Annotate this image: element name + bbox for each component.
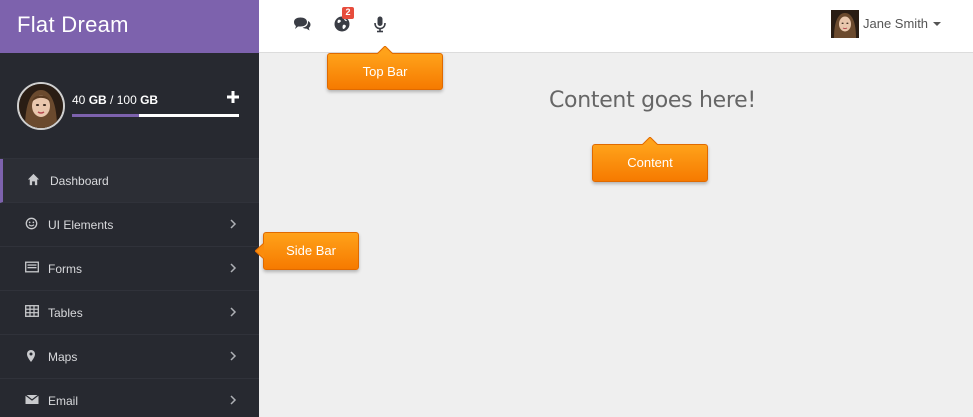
callout-label: Side Bar <box>286 243 336 258</box>
sidebar-item-label: Forms <box>48 262 82 276</box>
avatar[interactable] <box>17 82 65 130</box>
sidebar-nav: Dashboard UI Elements Forms Tables Maps … <box>0 159 259 417</box>
home-icon <box>27 173 41 187</box>
sidebar-item-forms[interactable]: Forms <box>0 247 259 291</box>
callout-label: Content <box>627 155 673 170</box>
sidebar-item-label: Email <box>48 394 79 408</box>
callout-arrow <box>642 137 658 145</box>
sidebar-item-label: Maps <box>48 350 78 364</box>
user-name: Jane Smith <box>863 16 929 31</box>
top-bar-callout: Top Bar <box>327 46 443 90</box>
sidebar-item-email[interactable]: Email <box>0 379 259 417</box>
sidebar-profile: 40 GB / 100 GB <box>0 53 259 159</box>
sidebar-item-dashboard[interactable]: Dashboard <box>0 159 259 203</box>
smiley-icon <box>25 217 39 231</box>
sidebar-item-maps[interactable]: Maps <box>0 335 259 379</box>
content-callout: Content <box>592 137 708 182</box>
avatar <box>831 10 859 38</box>
sidebar-item-label: UI Elements <box>48 218 114 232</box>
brand-logo[interactable]: Flat Dream <box>0 0 259 53</box>
storage-total-unit: GB <box>140 93 159 107</box>
storage-separator: / <box>106 93 117 107</box>
chevron-right-icon <box>229 218 237 230</box>
envelope-icon <box>25 393 39 407</box>
caret-down-icon <box>933 22 941 26</box>
chevron-right-icon <box>229 306 237 318</box>
microphone-icon[interactable] <box>370 14 390 34</box>
plus-icon[interactable] <box>227 90 239 108</box>
sidebar-item-ui-elements[interactable]: UI Elements <box>0 203 259 247</box>
notification-badge: 2 <box>342 7 354 19</box>
comments-icon[interactable] <box>292 14 312 34</box>
storage-total-value: 100 <box>116 93 137 107</box>
chevron-right-icon <box>229 350 237 362</box>
content-placeholder: Content goes here! <box>549 88 756 113</box>
storage-used-unit: GB <box>88 93 107 107</box>
form-icon <box>25 261 39 275</box>
user-menu[interactable]: Jane Smith <box>831 10 943 38</box>
chevron-right-icon <box>229 394 237 406</box>
storage-progress-fill <box>72 114 139 117</box>
sidebar: 40 GB / 100 GB Dashboard UI Elements For… <box>0 53 259 417</box>
sidebar-item-tables[interactable]: Tables <box>0 291 259 335</box>
map-marker-icon <box>25 349 39 363</box>
table-icon <box>25 305 39 319</box>
side-bar-callout: Side Bar <box>255 232 359 270</box>
storage-usage: 40 GB / 100 GB <box>72 93 158 107</box>
callout-arrow <box>377 46 393 54</box>
sidebar-item-label: Tables <box>48 306 83 320</box>
callout-label: Top Bar <box>362 64 408 79</box>
chevron-right-icon <box>229 262 237 274</box>
callout-arrow <box>255 243 264 259</box>
storage-progress-bar <box>72 114 239 117</box>
storage-used-value: 40 <box>72 93 86 107</box>
sidebar-item-label: Dashboard <box>50 174 109 188</box>
top-bar: 2 Jane Smith <box>259 0 973 53</box>
